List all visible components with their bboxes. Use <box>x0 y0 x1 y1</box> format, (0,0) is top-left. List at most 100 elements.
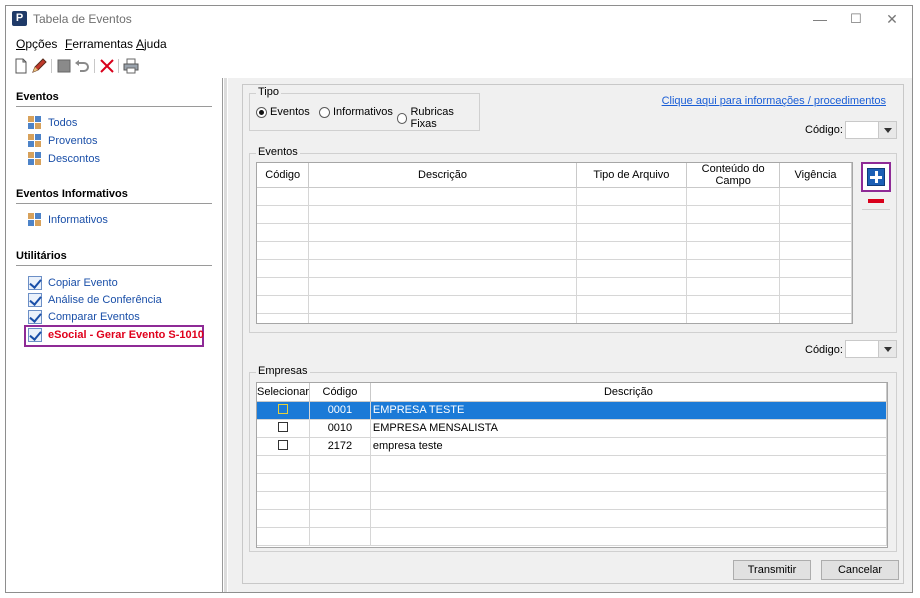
grid-icon <box>28 213 42 227</box>
table-row[interactable]: 0001 EMPRESA TESTE <box>257 401 887 420</box>
eventos-title: Eventos <box>256 146 300 158</box>
table-row[interactable] <box>257 455 887 474</box>
table-row[interactable] <box>257 527 887 546</box>
descricao-cell: EMPRESA MENSALISTA <box>370 419 887 438</box>
sidebar-item-todos[interactable]: Todos <box>28 115 77 131</box>
application-window: P Tabela de Eventos — ☐ ✕ Opções Ferrame… <box>5 5 913 593</box>
table-row[interactable]: 2172 empresa teste <box>257 437 887 456</box>
descricao-cell: empresa teste <box>370 437 887 456</box>
edit-icon[interactable] <box>30 57 48 75</box>
sidebar-item-comparar-eventos[interactable]: Comparar Eventos <box>28 309 140 325</box>
column-header[interactable]: Código <box>309 383 371 402</box>
table-row[interactable] <box>257 187 852 206</box>
minimize-button[interactable]: — <box>802 9 838 29</box>
add-evento-button[interactable] <box>861 162 891 192</box>
toolbar <box>6 55 912 77</box>
checklist-icon <box>28 328 42 342</box>
table-row[interactable] <box>257 241 852 260</box>
radio-selected-icon <box>256 106 267 118</box>
sidebar-section-informativos: Eventos Informativos <box>16 188 128 200</box>
divider <box>16 106 212 107</box>
codigo-cell: 2172 <box>309 437 371 456</box>
column-header[interactable]: Descrição <box>370 383 887 402</box>
menu-ferramentas[interactable]: Ferramentas <box>65 37 133 51</box>
cancelar-button[interactable]: Cancelar <box>821 560 899 580</box>
transmitir-button[interactable]: Transmitir <box>733 560 811 580</box>
grid-icon <box>28 152 42 166</box>
main-panel: Tipo Eventos Informativos Rubricas Fixas… <box>242 84 904 584</box>
sidebar-item-analise-conferencia[interactable]: Análise de Conferência <box>28 292 162 308</box>
remove-evento-button[interactable] <box>868 199 884 203</box>
menu-ajuda[interactable]: Ajuda <box>136 37 167 51</box>
radio-rubricas-fixas[interactable]: Rubricas Fixas <box>397 106 479 130</box>
grid-icon <box>28 134 42 148</box>
table-row[interactable] <box>257 295 852 314</box>
print-icon[interactable] <box>122 57 140 75</box>
table-row[interactable] <box>257 205 852 224</box>
main-content: Tipo Eventos Informativos Rubricas Fixas… <box>228 78 912 592</box>
select-checkbox[interactable] <box>277 439 288 450</box>
table-row[interactable] <box>257 259 852 278</box>
divider <box>16 265 212 266</box>
toolbar-separator <box>51 59 52 73</box>
column-header[interactable]: Código <box>257 163 310 188</box>
maximize-button[interactable]: ☐ <box>838 9 874 29</box>
codigo-cell: 0010 <box>309 419 371 438</box>
column-header[interactable]: Tipo de Arquivo <box>576 163 688 188</box>
checklist-icon <box>28 293 42 307</box>
sidebar-item-esocial-s1010[interactable]: eSocial - Gerar Evento S-1010 <box>28 327 204 343</box>
column-header[interactable]: Vigência <box>779 163 852 188</box>
close-button[interactable]: ✕ <box>874 9 910 29</box>
radio-informativos[interactable]: Informativos <box>319 106 393 118</box>
sidebar-item-descontos[interactable]: Descontos <box>28 151 100 167</box>
title-bar: P Tabela de Eventos — ☐ ✕ <box>6 6 912 32</box>
divider <box>16 203 212 204</box>
select-checkbox[interactable] <box>277 421 288 432</box>
sidebar: Eventos Todos Proventos Descontos Evento… <box>6 78 223 592</box>
column-header[interactable]: Descrição <box>308 163 577 188</box>
toolbar-separator <box>94 59 95 73</box>
delete-icon[interactable] <box>98 57 116 75</box>
table-row[interactable] <box>257 473 887 492</box>
info-link[interactable]: Clique aqui para informações / procedime… <box>662 95 886 107</box>
table-row[interactable] <box>257 277 852 296</box>
sidebar-item-proventos[interactable]: Proventos <box>28 133 98 149</box>
new-document-icon[interactable] <box>12 57 30 75</box>
empresas-title: Empresas <box>256 365 310 377</box>
chevron-down-icon[interactable] <box>878 122 896 138</box>
column-header[interactable]: Conteúdo do Campo <box>686 163 781 188</box>
codigo-label: Código: <box>805 344 843 356</box>
divider <box>862 209 890 210</box>
table-row[interactable]: 0010 EMPRESA MENSALISTA <box>257 419 887 438</box>
menu-bar: Opções Ferramentas Ajuda <box>6 35 912 53</box>
menu-opcoes[interactable]: Opções <box>16 37 57 51</box>
checklist-icon <box>28 276 42 290</box>
tipo-groupbox: Tipo Eventos Informativos Rubricas Fixas <box>249 86 480 131</box>
codigo-empresas-select[interactable] <box>845 340 897 358</box>
sidebar-item-copiar-evento[interactable]: Copiar Evento <box>28 275 118 291</box>
toolbar-separator <box>118 59 119 73</box>
save-icon[interactable] <box>55 57 73 75</box>
splitter[interactable] <box>224 78 227 592</box>
table-row[interactable] <box>257 313 852 323</box>
radio-unselected-icon <box>319 106 330 118</box>
codigo-cell: 0001 <box>309 401 371 420</box>
table-row[interactable] <box>257 509 887 528</box>
select-checkbox[interactable] <box>277 403 288 414</box>
undo-icon[interactable] <box>73 57 91 75</box>
empresas-table[interactable]: Selecionar Código Descrição 0001 EMPRESA… <box>256 382 888 548</box>
sidebar-item-informativos[interactable]: Informativos <box>28 212 108 228</box>
column-header[interactable]: Selecionar <box>257 383 310 402</box>
codigo-label: Código: <box>805 124 843 136</box>
codigo-eventos-select[interactable] <box>845 121 897 139</box>
chevron-down-icon[interactable] <box>878 341 896 357</box>
eventos-table[interactable]: Código Descrição Tipo de Arquivo Conteúd… <box>256 162 853 324</box>
grid-icon <box>28 116 42 130</box>
app-logo-icon: P <box>12 11 27 26</box>
table-row[interactable] <box>257 491 887 510</box>
radio-eventos[interactable]: Eventos <box>256 106 310 118</box>
table-row[interactable] <box>257 223 852 242</box>
descricao-cell: EMPRESA TESTE <box>370 401 887 420</box>
checklist-icon <box>28 310 42 324</box>
sidebar-section-utilitarios: Utilitários <box>16 250 67 262</box>
